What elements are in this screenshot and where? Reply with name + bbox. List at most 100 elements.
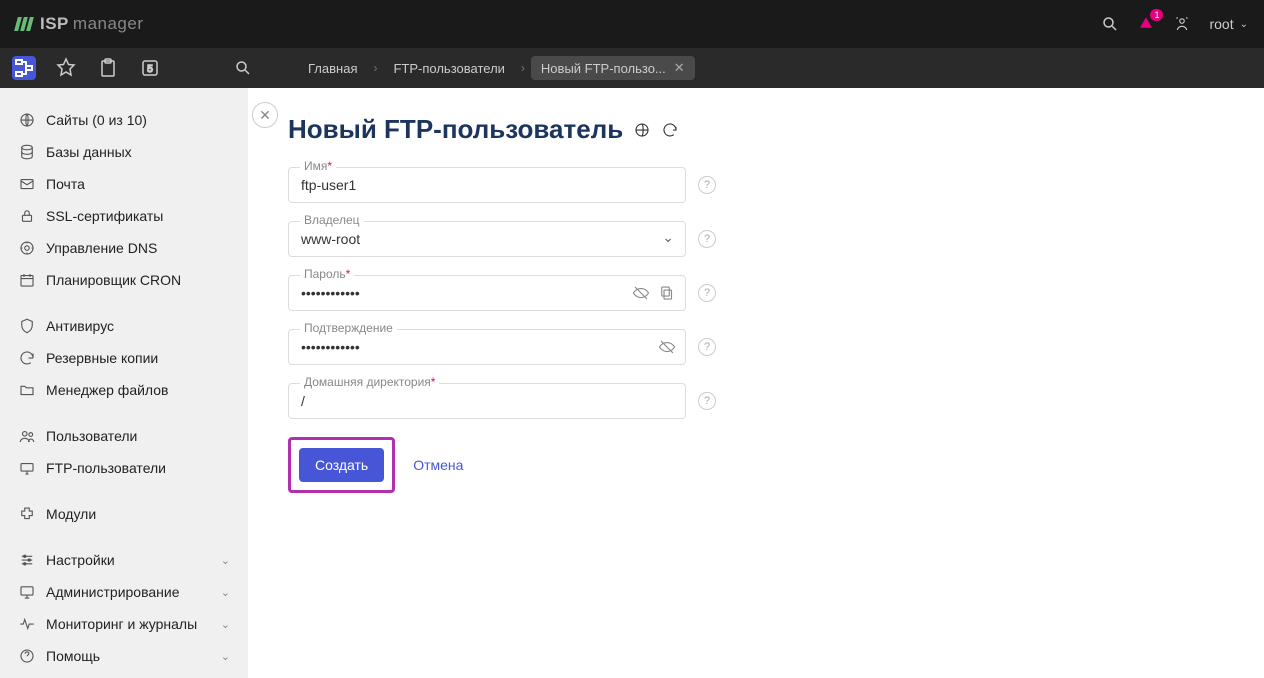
sidebar-item-label: Пользователи (46, 428, 230, 444)
help-icon[interactable]: ? (698, 338, 716, 356)
sidebar-item-label: Базы данных (46, 144, 230, 160)
topbar: ISPmanager 1 root ⌄ (0, 0, 1264, 48)
sidebar-item-help[interactable]: Помощь ⌄ (8, 640, 240, 672)
number-5-icon[interactable]: 5 (138, 56, 162, 80)
chevron-down-icon: ⌄ (221, 554, 230, 567)
sub-search[interactable] (218, 59, 268, 77)
sidebar-item-filemanager[interactable]: Менеджер файлов (8, 374, 240, 406)
sidebar-item-monitoring[interactable]: Мониторинг и журналы ⌄ (8, 608, 240, 640)
sidebar-item-label: Сайты (0 из 10) (46, 112, 230, 128)
sidebar-item-mail[interactable]: Почта (8, 168, 240, 200)
create-button[interactable]: Создать (299, 448, 384, 482)
sidebar-item-databases[interactable]: Базы данных (8, 136, 240, 168)
sidebar-item-label: Менеджер файлов (46, 382, 230, 398)
chevron-right-icon: › (521, 61, 525, 75)
ftp-icon (18, 459, 36, 477)
name-input[interactable] (288, 167, 686, 203)
field-label: Подтверждение (300, 321, 397, 335)
sidebar-item-label: Настройки (46, 552, 211, 568)
sidebar-item-backups[interactable]: Резервные копии (8, 342, 240, 374)
database-icon (18, 143, 36, 161)
logo-text-main: ISP (40, 14, 69, 34)
sidebar-item-antivirus[interactable]: Антивирус (8, 310, 240, 342)
content: ✕ Новый FTP-пользователь Имя* ? Владелец (248, 88, 1264, 678)
chevron-down-icon: ⌄ (221, 586, 230, 599)
field-label: Пароль* (300, 267, 354, 281)
field-owner: Владелец www-root ? (288, 221, 718, 257)
activity-icon (18, 615, 36, 633)
sidebar-item-ssl[interactable]: SSL-сертификаты (8, 200, 240, 232)
subbar-tools: 5 (0, 56, 206, 80)
star-icon[interactable] (54, 56, 78, 80)
close-panel-button[interactable]: ✕ (252, 102, 278, 128)
sidebar-item-label: FTP-пользователи (46, 460, 230, 476)
refresh-icon (18, 349, 36, 367)
folder-icon (18, 381, 36, 399)
sidebar-item-label: Почта (46, 176, 230, 192)
sidebar-item-admin[interactable]: Администрирование ⌄ (8, 576, 240, 608)
copy-icon[interactable] (658, 284, 676, 302)
cancel-button[interactable]: Отмена (413, 457, 463, 473)
subbar: 5 Главная › FTP-пользователи › Новый FTP… (0, 48, 1264, 88)
field-homedir: Домашняя директория* ? (288, 383, 718, 419)
sidebar-item-settings[interactable]: Настройки ⌄ (8, 544, 240, 576)
sidebar-item-label: Антивирус (46, 318, 230, 334)
field-label: Домашняя директория* (300, 375, 439, 389)
help-icon[interactable]: ? (698, 230, 716, 248)
sidebar-item-dns[interactable]: Управление DNS (8, 232, 240, 264)
sidebar-item-label: SSL-сертификаты (46, 208, 230, 224)
eye-icon[interactable] (658, 338, 676, 356)
eye-icon[interactable] (632, 284, 650, 302)
nav-tree-icon[interactable] (12, 56, 36, 80)
breadcrumb-mid[interactable]: FTP-пользователи (383, 57, 514, 80)
highlight-box: Создать (288, 437, 395, 493)
calendar-icon (18, 271, 36, 289)
sidebar-item-label: Планировщик CRON (46, 272, 230, 288)
lock-icon (18, 207, 36, 225)
user-name: root (1209, 16, 1233, 32)
help-icon[interactable]: ? (698, 392, 716, 410)
sidebar-item-label: Помощь (46, 648, 211, 664)
user-menu[interactable]: root ⌄ (1209, 16, 1248, 32)
close-icon[interactable]: ✕ (674, 60, 685, 76)
desktop-icon (18, 583, 36, 601)
breadcrumb-home[interactable]: Главная (298, 57, 367, 80)
field-password: Пароль* ? (288, 275, 718, 311)
chevron-down-icon: ⌄ (221, 618, 230, 631)
breadcrumb-current-label: Новый FTP-пользо... (541, 61, 666, 76)
help-icon[interactable]: ? (698, 284, 716, 302)
breadcrumb-current[interactable]: Новый FTP-пользо... ✕ (531, 56, 695, 80)
field-name: Имя* ? (288, 167, 718, 203)
field-confirm: Подтверждение ? (288, 329, 718, 365)
sidebar-item-ftpusers[interactable]: FTP-пользователи (8, 452, 240, 484)
field-label: Владелец (300, 213, 364, 227)
sidebar-item-sites[interactable]: Сайты (0 из 10) (8, 104, 240, 136)
sidebar-item-cron[interactable]: Планировщик CRON (8, 264, 240, 296)
svg-text:5: 5 (147, 64, 153, 75)
sidebar-item-label: Администрирование (46, 584, 211, 600)
sidebar-item-users[interactable]: Пользователи (8, 420, 240, 452)
page-title-text: Новый FTP-пользователь (288, 114, 623, 145)
logo[interactable]: ISPmanager (16, 14, 144, 34)
breadcrumb: Главная › FTP-пользователи › Новый FTP-п… (268, 56, 695, 80)
page-title: Новый FTP-пользователь (288, 114, 1264, 145)
sliders-icon (18, 551, 36, 569)
sidebar-item-modules[interactable]: Модули (8, 498, 240, 530)
search-icon[interactable] (1101, 15, 1119, 33)
page: Сайты (0 из 10) Базы данных Почта SSL-се… (0, 88, 1264, 678)
dns-icon (18, 239, 36, 257)
sidebar: Сайты (0 из 10) Базы данных Почта SSL-се… (0, 88, 248, 678)
form: Имя* ? Владелец www-root ? Пароль* (288, 167, 718, 493)
bell-icon[interactable]: 1 (1137, 15, 1155, 33)
help-icon (18, 647, 36, 665)
globe-small-icon[interactable] (633, 121, 651, 139)
actions: Создать Отмена (288, 437, 718, 493)
help-icon[interactable]: ? (698, 176, 716, 194)
mail-icon (18, 175, 36, 193)
clipboard-icon[interactable] (96, 56, 120, 80)
chevron-down-icon: ⌄ (221, 650, 230, 663)
refresh-small-icon[interactable] (661, 121, 679, 139)
puzzle-icon (18, 505, 36, 523)
chevron-right-icon: › (373, 61, 377, 75)
person-icon[interactable] (1173, 15, 1191, 33)
